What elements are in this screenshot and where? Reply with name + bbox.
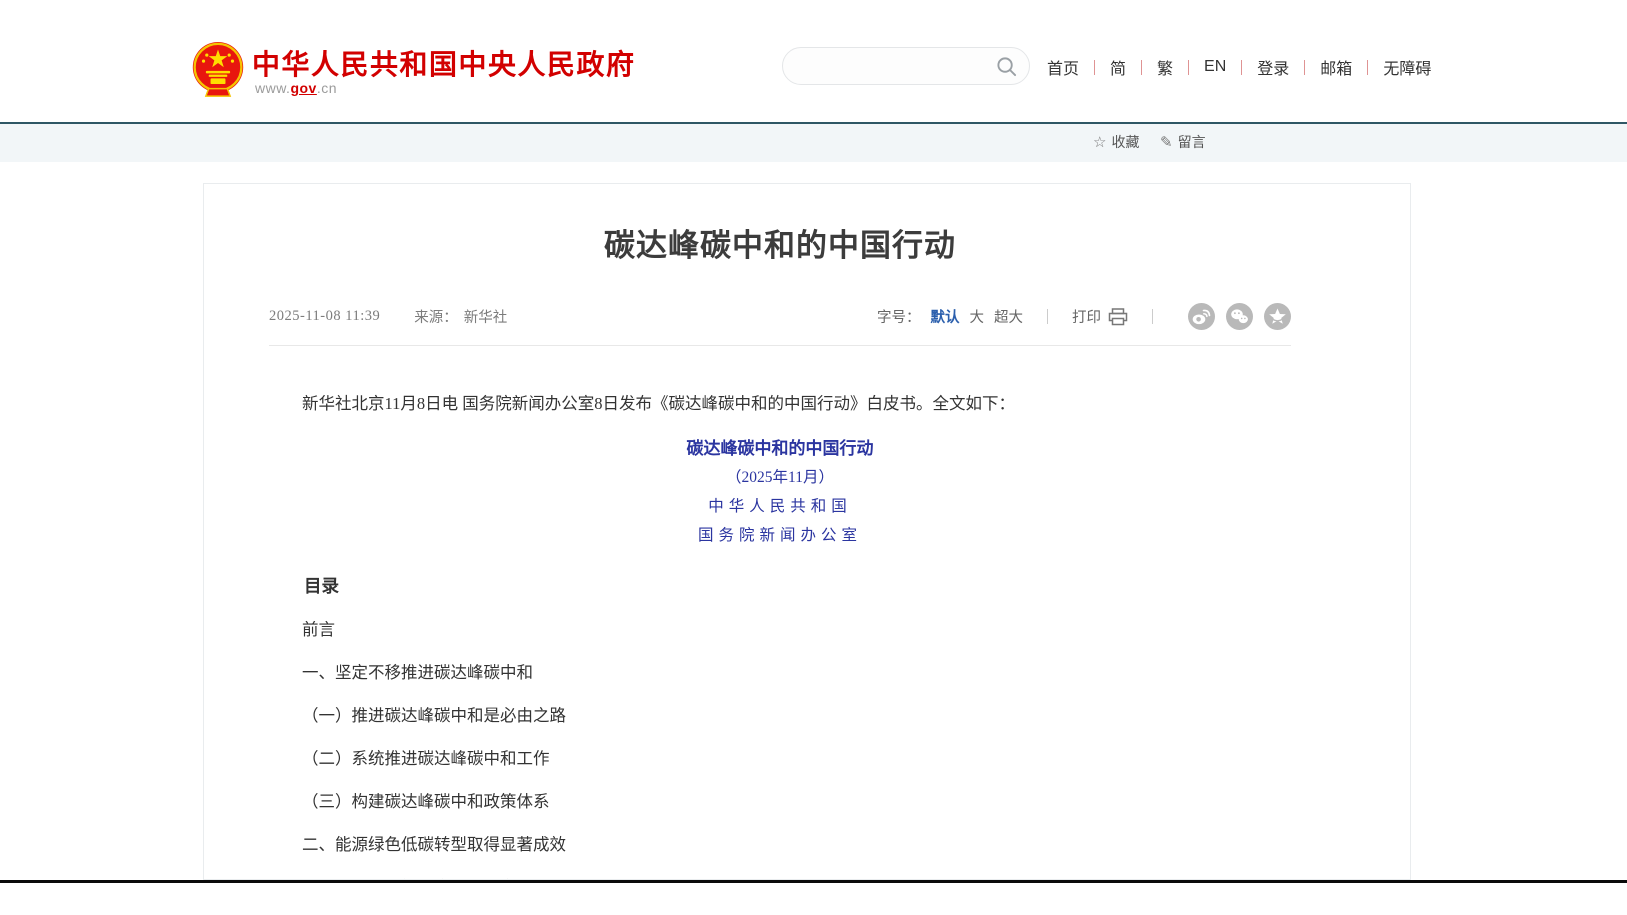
wechat-icon[interactable]	[1226, 303, 1253, 330]
nav-separator	[1188, 60, 1189, 75]
weibo-icon[interactable]	[1188, 303, 1215, 330]
qzone-star-icon[interactable]	[1264, 303, 1291, 330]
nav-home[interactable]: 首页	[1045, 55, 1081, 79]
print-label: 打印	[1072, 306, 1101, 327]
star-outline-icon: ☆	[1093, 133, 1106, 151]
search-input[interactable]	[801, 52, 986, 80]
source-label: 来源：	[414, 306, 458, 327]
nav-login[interactable]: 登录	[1255, 55, 1291, 79]
search-box	[782, 47, 1030, 85]
site-url[interactable]: www.gov.cn	[255, 80, 337, 96]
nav-simplified[interactable]: 简	[1108, 55, 1128, 79]
nav-separator	[1141, 60, 1142, 75]
lead-paragraph: 新华社北京11月8日电 国务院新闻办公室8日发布《碳达峰碳中和的中国行动》白皮书…	[269, 392, 1291, 415]
toc-item: 一、坚定不移推进碳达峰碳中和	[269, 662, 1291, 684]
top-nav: 首页 简 繁 EN 登录 邮箱 无障碍	[1045, 55, 1433, 79]
meta-separator	[1047, 309, 1048, 324]
site-header: 中华人民共和国中央人民政府 www.gov.cn 首页 简 繁 EN 登录 邮箱…	[0, 0, 1627, 122]
source-value[interactable]: 新华社	[464, 306, 508, 327]
national-emblem-icon	[190, 40, 246, 100]
search-icon[interactable]	[996, 56, 1017, 77]
toc-item: 二、能源绿色低碳转型取得显著成效	[269, 834, 1291, 856]
message-label: 留言	[1178, 132, 1206, 152]
site-logo[interactable]: 中华人民共和国中央人民政府 www.gov.cn	[190, 38, 750, 100]
meta-separator	[1152, 309, 1153, 324]
nav-traditional[interactable]: 繁	[1155, 55, 1175, 79]
catalog-heading: 目录	[269, 574, 1291, 598]
fontsize-large-button[interactable]: 大	[970, 306, 985, 327]
quick-bar: ☆ 收藏 ✎ 留言	[0, 124, 1627, 162]
pencil-icon: ✎	[1160, 133, 1173, 151]
favorite-label: 收藏	[1111, 132, 1139, 152]
favorite-button[interactable]: ☆ 收藏	[1093, 132, 1139, 152]
viewport-bottom-rule	[0, 880, 1627, 883]
toc-item: （一）推进碳达峰碳中和是必由之路	[269, 705, 1291, 727]
meta-left: 2025-11-08 11:39 来源： 新华社	[269, 306, 507, 327]
fontsize-default-button[interactable]: 默认	[931, 306, 960, 327]
nav-separator	[1304, 60, 1305, 75]
document-title: 碳达峰碳中和的中国行动	[269, 439, 1291, 459]
document-author-line: 国务院新闻办公室	[269, 526, 1291, 546]
nav-separator	[1094, 60, 1095, 75]
article-body: 新华社北京11月8日电 国务院新闻办公室8日发布《碳达峰碳中和的中国行动》白皮书…	[269, 346, 1291, 880]
article-title: 碳达峰碳中和的中国行动	[269, 184, 1291, 265]
publish-date: 2025-11-08 11:39	[269, 308, 380, 325]
article-meta-row: 2025-11-08 11:39 来源： 新华社 字号： 默认 大 超大 打印	[269, 303, 1291, 330]
print-button[interactable]: 打印	[1072, 306, 1128, 327]
nav-english[interactable]: EN	[1202, 58, 1228, 76]
toc-item: （二）系统推进碳达峰碳中和工作	[269, 748, 1291, 770]
nav-separator	[1241, 60, 1242, 75]
fontsize-xlarge-button[interactable]: 超大	[994, 306, 1023, 327]
article-card: 碳达峰碳中和的中国行动 2025-11-08 11:39 来源： 新华社 字号：…	[203, 183, 1411, 880]
message-button[interactable]: ✎ 留言	[1160, 132, 1206, 152]
site-title: 中华人民共和国中央人民政府	[252, 43, 636, 83]
toc-item: 前言	[269, 619, 1291, 641]
fontsize-label: 字号：	[877, 306, 921, 327]
meta-right: 字号： 默认 大 超大 打印	[877, 303, 1291, 330]
document-date: （2025年11月）	[269, 468, 1291, 488]
nav-separator	[1367, 60, 1368, 75]
toc-item: （三）构建碳达峰碳中和政策体系	[269, 791, 1291, 813]
document-author-line: 中华人民共和国	[269, 497, 1291, 517]
printer-icon	[1108, 308, 1128, 326]
nav-mail[interactable]: 邮箱	[1318, 55, 1354, 79]
nav-accessibility[interactable]: 无障碍	[1381, 55, 1433, 79]
